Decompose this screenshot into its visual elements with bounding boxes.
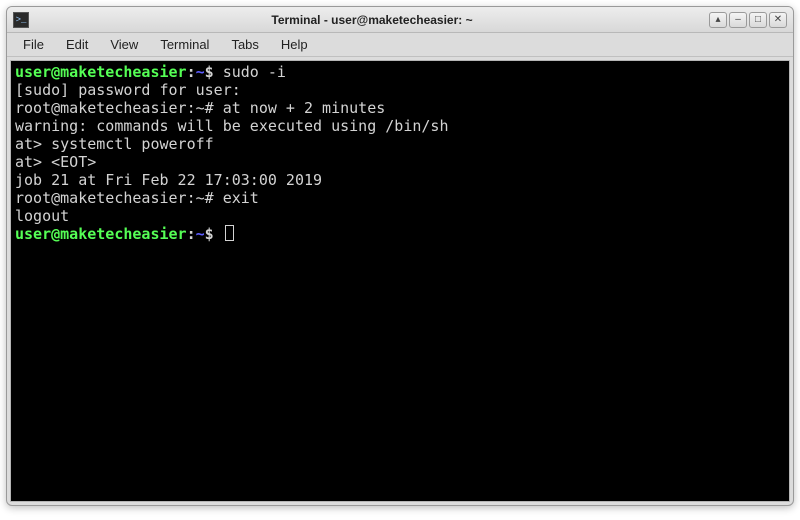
prompt-user: user@maketecheasier <box>15 63 187 81</box>
terminal-icon: >_ <box>13 12 29 28</box>
menu-edit[interactable]: Edit <box>56 34 98 55</box>
terminal-line: logout <box>15 207 785 225</box>
prompt-path: ~ <box>196 63 205 81</box>
menu-file[interactable]: File <box>13 34 54 55</box>
terminal-line: at> <EOT> <box>15 153 785 171</box>
terminal-line: root@maketecheasier:~# exit <box>15 189 785 207</box>
menubar: File Edit View Terminal Tabs Help <box>7 33 793 57</box>
terminal-line: [sudo] password for user: <box>15 81 785 99</box>
prompt-symbol: $ <box>205 225 223 243</box>
window-controls: ▴ – □ ✕ <box>709 12 787 28</box>
terminal-content[interactable]: user@maketecheasier:~$ sudo -i[sudo] pas… <box>10 60 790 502</box>
terminal-line: user@maketecheasier:~$ sudo -i <box>15 63 785 81</box>
prompt-path: ~ <box>196 225 205 243</box>
terminal-line: job 21 at Fri Feb 22 17:03:00 2019 <box>15 171 785 189</box>
prompt-symbol: $ <box>205 63 223 81</box>
terminal-line: warning: commands will be executed using… <box>15 117 785 135</box>
menu-terminal[interactable]: Terminal <box>150 34 219 55</box>
prompt-colon: : <box>187 225 196 243</box>
terminal-window: >_ Terminal - user@maketecheasier: ~ ▴ –… <box>6 6 794 506</box>
prompt-user: user@maketecheasier <box>15 225 187 243</box>
shade-button[interactable]: ▴ <box>709 12 727 28</box>
terminal-line: user@maketecheasier:~$ <box>15 225 785 243</box>
cursor <box>225 225 234 241</box>
maximize-button[interactable]: □ <box>749 12 767 28</box>
terminal-line: root@maketecheasier:~# at now + 2 minute… <box>15 99 785 117</box>
menu-help[interactable]: Help <box>271 34 318 55</box>
prompt-colon: : <box>187 63 196 81</box>
window-title: Terminal - user@maketecheasier: ~ <box>35 13 709 27</box>
close-button[interactable]: ✕ <box>769 12 787 28</box>
minimize-button[interactable]: – <box>729 12 747 28</box>
menu-view[interactable]: View <box>100 34 148 55</box>
terminal-line: at> systemctl poweroff <box>15 135 785 153</box>
command-text: sudo -i <box>223 63 286 81</box>
menu-tabs[interactable]: Tabs <box>221 34 268 55</box>
titlebar[interactable]: >_ Terminal - user@maketecheasier: ~ ▴ –… <box>7 7 793 33</box>
